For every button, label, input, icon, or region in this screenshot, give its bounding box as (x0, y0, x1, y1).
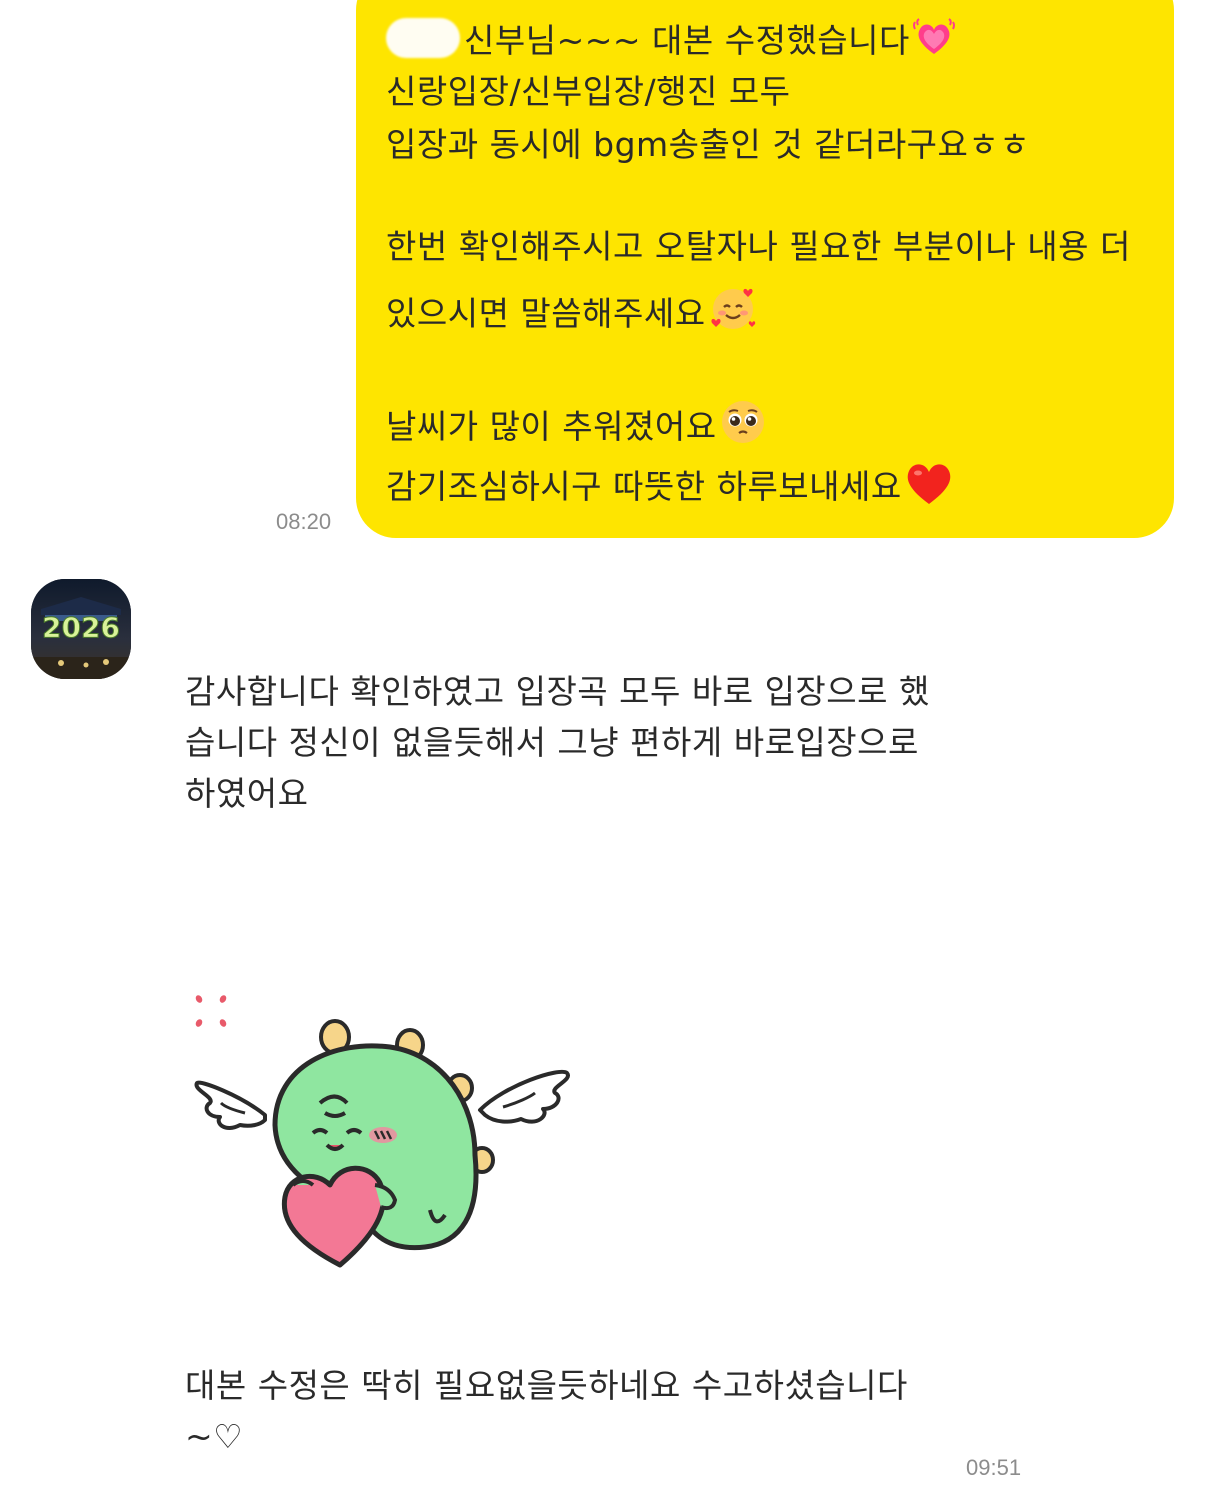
incoming-message-1[interactable]: 감사합니다 확인하였고 입장곡 모두 바로 입장으로 했 습니다 정신이 없을듯… (185, 666, 930, 819)
heart-pulse-emoji-icon (912, 16, 956, 69)
incoming-message-2-line-1: 대본 수정은 딱히 필요없을듯하네요 수고하셨습니다 (185, 1366, 908, 1405)
avatar[interactable]: 2026 (31, 579, 131, 679)
incoming-message-1-line-3: 하였어요 (185, 774, 309, 814)
outgoing-line-5-text: 있으시면 말씀해주세요 (386, 294, 706, 333)
smiling-face-hearts-emoji-icon (708, 283, 758, 342)
outgoing-line-6: 날씨가 많이 추워졌어요 (386, 398, 767, 455)
incoming-message-2-line-2: ~♡ (185, 1417, 244, 1457)
outgoing-line-1-text: 신부님~~~ 대본 수정했습니다 (464, 21, 910, 60)
outgoing-line-7: 감기조심하시구 따뜻한 하루보내세요 (386, 460, 954, 515)
chat-screen: 신부님~~~ 대본 수정했습니다 신랑입장/신부입장/행진 모두 입장과 동시에… (0, 0, 1206, 1499)
outgoing-line-2: 신랑입장/신부입장/행진 모두 (386, 72, 791, 111)
green-dino-angel-heart-sticker[interactable] (185, 985, 585, 1285)
avatar-year-text: 2026 (42, 611, 120, 644)
incoming-message-2[interactable]: 대본 수정은 딱히 필요없을듯하네요 수고하셨습니다 ~♡ (185, 1360, 908, 1462)
outgoing-line-7-text: 감기조심하시구 따뜻한 하루보내세요 (386, 467, 902, 506)
redacted-name (386, 18, 460, 58)
incoming-message-1-line-2: 습니다 정신이 없을듯해서 그냥 편하게 바로입장으로 (185, 723, 919, 763)
incoming-timestamp: 09:51 (966, 1455, 1022, 1480)
outgoing-line-3: 입장과 동시에 bgm송출인 것 같더라구요ㅎㅎ (386, 125, 1031, 164)
outgoing-timestamp: 08:20 (276, 509, 332, 534)
pleading-face-emoji-icon (719, 398, 767, 455)
outgoing-line-6-text: 날씨가 많이 추워졌어요 (386, 407, 717, 446)
outgoing-message-bubble[interactable]: 신부님~~~ 대본 수정했습니다 신랑입장/신부입장/행진 모두 입장과 동시에… (356, 0, 1174, 538)
outgoing-line-1: 신부님~~~ 대본 수정했습니다 (386, 16, 956, 69)
red-heart-emoji-icon (904, 460, 954, 515)
incoming-message-1-line-1: 감사합니다 확인하였고 입장곡 모두 바로 입장으로 했 (185, 672, 930, 711)
outgoing-line-5: 있으시면 말씀해주세요 (386, 283, 758, 342)
outgoing-line-4: 한번 확인해주시고 오탈자나 필요한 부분이나 내용 더 (386, 227, 1131, 266)
